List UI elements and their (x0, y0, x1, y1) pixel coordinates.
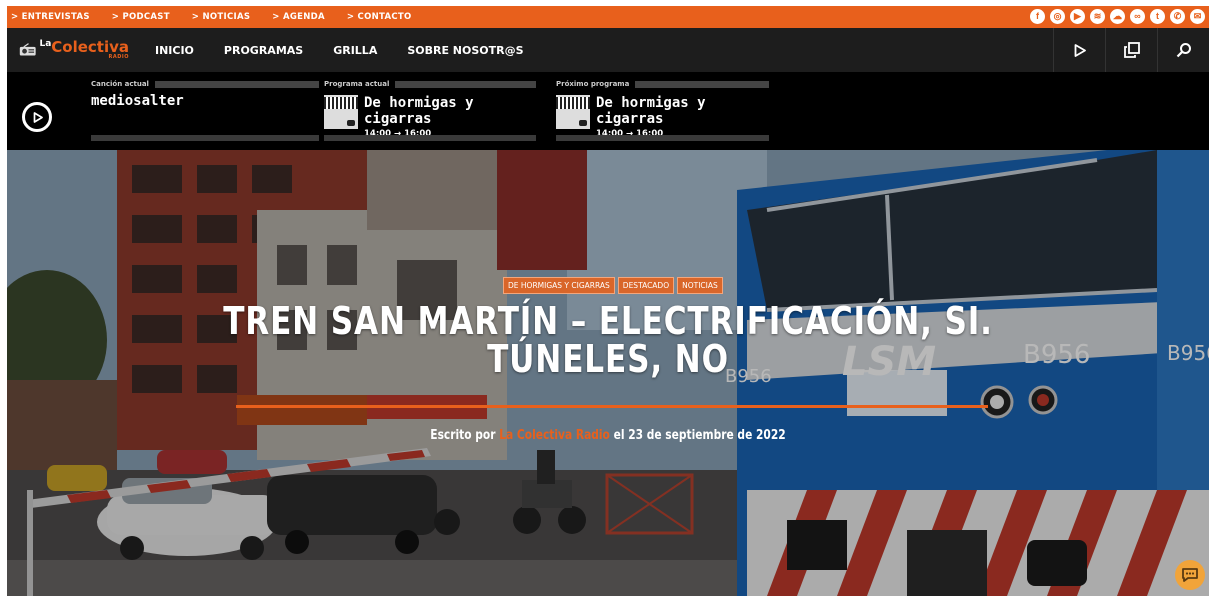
top-link-agenda[interactable]: > AGENDA (272, 12, 325, 22)
post-tags: DE HORMIGAS Y CIGARRAS DESTACADO NOTICIA… (503, 277, 723, 294)
next-program-bar (556, 135, 769, 141)
current-program-info: De hormigas y cigarras 14:00 → 16:00 (364, 95, 536, 139)
top-link-entrevistas[interactable]: > ENTREVISTAS (11, 12, 90, 22)
nav-link-grilla[interactable]: GRILLA (333, 44, 377, 57)
byline-author-link[interactable]: La Colectiva Radio (499, 428, 610, 443)
current-song-title: mediosalter (91, 93, 184, 109)
logo-small-text: La (39, 39, 52, 49)
nav-link-sobre-nosotros[interactable]: SOBRE NOSOTR@S (407, 44, 523, 57)
top-link-contacto[interactable]: > CONTACTO (347, 12, 412, 22)
title-underline (236, 405, 988, 408)
play-icon (1074, 43, 1086, 57)
tag-de-hormigas-y-cigarras[interactable]: DE HORMIGAS Y CIGARRAS (503, 277, 615, 294)
byline-prefix: Escrito por (430, 428, 496, 443)
instagram-icon[interactable]: ◎ (1050, 9, 1065, 24)
chat-button[interactable] (1175, 560, 1205, 590)
top-link-noticias[interactable]: > NOTICIAS (192, 12, 250, 22)
top-link-podcast[interactable]: > PODCAST (112, 12, 170, 22)
next-program-label: Próximo programa (556, 80, 630, 88)
email-icon[interactable]: ✉ (1190, 9, 1205, 24)
current-program[interactable]: Programa actual De hormigas y cigarras 1… (324, 79, 536, 141)
nav-link-inicio[interactable]: INICIO (155, 44, 194, 57)
top-links: > ENTREVISTAS > PODCAST > NOTICIAS > AGE… (7, 6, 434, 28)
next-program-label-row: Próximo programa (556, 79, 769, 89)
next-program-title: De hormigas y cigarras (596, 95, 706, 127)
current-song: Canción actual mediosalter (91, 79, 319, 141)
next-program-thumbnail (556, 95, 590, 129)
popup-window-icon (1123, 42, 1140, 58)
stream-play-button[interactable] (22, 102, 52, 132)
nav-link-programas[interactable]: PROGRAMAS (224, 44, 303, 57)
twitter-icon[interactable]: t (1150, 9, 1165, 24)
spotify-icon[interactable]: ≋ (1090, 9, 1105, 24)
play-icon (33, 111, 43, 123)
logo-text: LaColectiva RADIO (39, 40, 129, 60)
search-icon (1176, 43, 1191, 58)
current-program-label: Programa actual (324, 80, 390, 88)
next-program[interactable]: Próximo programa De hormigas y cigarras … (556, 79, 769, 141)
current-program-label-row: Programa actual (324, 79, 536, 89)
current-program-bar (324, 135, 536, 141)
browser-viewport: > ENTREVISTAS > PODCAST > NOTICIAS > AGE… (7, 6, 1209, 596)
whatsapp-icon[interactable]: ✆ (1170, 9, 1185, 24)
top-bar: > ENTREVISTAS > PODCAST > NOTICIAS > AGE… (7, 6, 1209, 28)
radio-icon (19, 43, 36, 56)
current-program-title: De hormigas y cigarras (364, 95, 474, 127)
facebook-icon[interactable]: f (1030, 9, 1045, 24)
chat-icon (1182, 568, 1198, 582)
hero-featured-post[interactable]: LSM B956 B956 B956 DE HORMIGAS Y CIGARRA… (7, 150, 1209, 596)
current-program-thumbnail (324, 95, 358, 129)
post-byline: Escrito por La Colectiva Radio el 23 de … (115, 428, 1101, 443)
popup-player-button[interactable] (1105, 28, 1157, 72)
youtube-icon[interactable]: ▶ (1070, 9, 1085, 24)
next-program-info: De hormigas y cigarras 14:00 → 16:00 (596, 95, 769, 139)
post-title[interactable]: TREN SAN MARTÍN – ELECTRIFICACIÓN, SI. T… (115, 302, 1101, 378)
site-logo[interactable]: LaColectiva RADIO (19, 40, 129, 60)
current-song-bar (91, 135, 319, 141)
current-song-label: Canción actual (91, 80, 149, 88)
search-button[interactable] (1157, 28, 1209, 72)
mixcloud-icon[interactable]: ∞ (1130, 9, 1145, 24)
social-links: f ◎ ▶ ≋ ☁ ∞ t ✆ ✉ (1030, 9, 1205, 24)
main-nav: LaColectiva RADIO INICIO PROGRAMAS GRILL… (7, 28, 1209, 72)
soundcloud-icon[interactable]: ☁ (1110, 9, 1125, 24)
nav-links: INICIO PROGRAMAS GRILLA SOBRE NOSOTR@S (155, 44, 554, 57)
current-song-label-row: Canción actual (91, 79, 319, 89)
post-title-line-1: TREN SAN MARTÍN – ELECTRIFICACIÓN, SI. (223, 299, 993, 343)
byline-date: el 23 de septiembre de 2022 (613, 428, 786, 443)
now-playing-bar: Canción actual mediosalter Programa actu… (7, 72, 1209, 150)
post-title-line-2: TÚNELES, NO (487, 337, 729, 381)
tag-noticias[interactable]: NOTICIAS (677, 277, 723, 294)
tag-destacado[interactable]: DESTACADO (617, 277, 675, 294)
nav-icons (1053, 28, 1209, 72)
play-button[interactable] (1053, 28, 1105, 72)
